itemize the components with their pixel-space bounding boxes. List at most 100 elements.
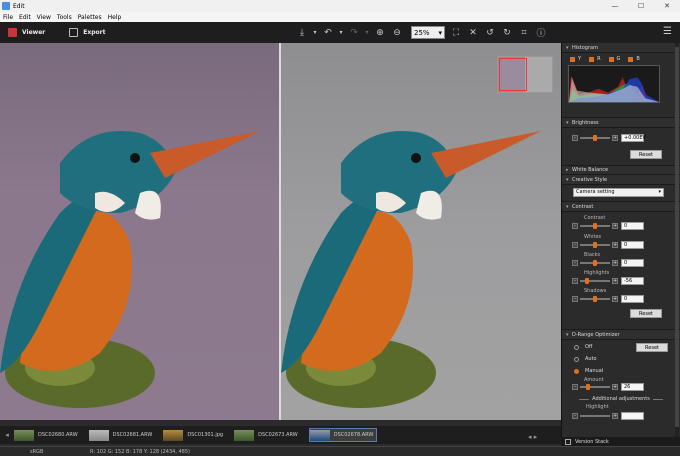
- menu-help[interactable]: Help: [108, 14, 122, 21]
- fit-screen-icon[interactable]: ⛶: [449, 26, 463, 40]
- contrast-value[interactable]: 0: [621, 222, 644, 230]
- drange-off-radio[interactable]: Off: [574, 344, 592, 350]
- brightness-reset-button[interactable]: Reset: [630, 150, 662, 159]
- film-item-selected[interactable]: DSC02678.ARW: [308, 428, 378, 442]
- brightness-slider[interactable]: [580, 135, 610, 141]
- redo-icon[interactable]: ↷: [347, 26, 361, 40]
- menu-file[interactable]: File: [3, 14, 13, 21]
- filmstrip-prev-icon[interactable]: ◂: [0, 431, 14, 439]
- increment-button[interactable]: +: [612, 278, 618, 284]
- film-item[interactable]: DSC02673.ARW: [234, 428, 301, 442]
- contrast-reset-button[interactable]: Reset: [630, 309, 662, 318]
- navigator-thumbnail[interactable]: [497, 56, 553, 93]
- filmstrip-next-icon[interactable]: ◂ ▸: [528, 433, 537, 441]
- after-image[interactable]: [281, 43, 561, 420]
- brightness-value[interactable]: +0.00EV: [621, 134, 646, 142]
- blacks-slider[interactable]: [580, 260, 610, 266]
- channel-g-checkbox[interactable]: G: [608, 56, 620, 62]
- decrement-button[interactable]: -: [572, 278, 578, 284]
- histogram-header[interactable]: ▾ Histogram: [562, 43, 680, 53]
- actual-size-icon[interactable]: ✕: [466, 26, 480, 40]
- drange-header[interactable]: ▾ D-Range Optimizer: [562, 330, 680, 340]
- channel-b-checkbox[interactable]: B: [628, 56, 640, 62]
- highlights-value[interactable]: -56: [621, 277, 644, 285]
- close-button[interactable]: ✕: [654, 0, 680, 12]
- minimize-button[interactable]: —: [602, 0, 628, 12]
- undo-icon[interactable]: ↶: [321, 26, 335, 40]
- export-button[interactable]: Export: [69, 28, 105, 37]
- drange-manual-radio[interactable]: Manual: [574, 368, 603, 374]
- menu-view[interactable]: View: [37, 14, 51, 21]
- adjustments-icon[interactable]: ☰: [663, 26, 672, 37]
- slider-knob[interactable]: [593, 260, 597, 266]
- before-image[interactable]: [0, 43, 279, 420]
- navigator-frame[interactable]: [499, 58, 527, 91]
- highlight-slider[interactable]: [580, 415, 610, 417]
- channel-r-checkbox[interactable]: R: [589, 56, 601, 62]
- menu-edit[interactable]: Edit: [19, 14, 31, 21]
- export-icon: [69, 28, 79, 37]
- menu-tools[interactable]: Tools: [57, 14, 72, 21]
- decrement-button[interactable]: -: [572, 413, 578, 419]
- film-item[interactable]: DSC01301.jpg: [163, 428, 226, 442]
- slider-knob[interactable]: [584, 278, 589, 284]
- decrement-button[interactable]: -: [572, 260, 578, 266]
- decrement-button[interactable]: -: [572, 296, 578, 302]
- zoom-in-icon[interactable]: ⊕: [373, 26, 387, 40]
- viewer-area[interactable]: [0, 43, 561, 420]
- amount-value[interactable]: 26: [621, 383, 644, 391]
- contrast-header[interactable]: ▾ Contrast: [562, 202, 680, 212]
- slider-knob[interactable]: [593, 296, 597, 302]
- creative-style-header[interactable]: ▾ Creative Style: [562, 175, 680, 185]
- decrement-button[interactable]: -: [572, 223, 578, 229]
- panel-scrollbar[interactable]: [675, 43, 679, 437]
- contrast-slider[interactable]: [580, 223, 610, 229]
- film-item[interactable]: DSC02680.ARW: [14, 428, 81, 442]
- save-download-icon[interactable]: ⤓: [295, 26, 309, 40]
- brightness-header[interactable]: ▾ Brightness: [562, 118, 680, 128]
- amount-slider[interactable]: [580, 384, 610, 390]
- decrement-button[interactable]: -: [572, 135, 578, 141]
- drange-auto-radio[interactable]: Auto: [574, 356, 597, 362]
- decrement-button[interactable]: -: [572, 242, 578, 248]
- version-stack[interactable]: Version Stack: [561, 437, 680, 446]
- highlights-slider[interactable]: [580, 278, 610, 284]
- undo-dropdown-icon[interactable]: ▾: [338, 26, 344, 40]
- channel-y-checkbox[interactable]: Y: [570, 56, 581, 62]
- blacks-value[interactable]: 0: [621, 259, 644, 267]
- increment-button[interactable]: +: [612, 413, 618, 419]
- info-icon[interactable]: ⓘ: [534, 26, 548, 40]
- whites-slider[interactable]: [580, 242, 610, 248]
- increment-button[interactable]: +: [612, 223, 618, 229]
- white-balance-header[interactable]: ▸ White Balance: [562, 165, 680, 175]
- increment-button[interactable]: +: [612, 260, 618, 266]
- histogram-title: Histogram: [572, 44, 598, 51]
- rotate-left-icon[interactable]: ↺: [483, 26, 497, 40]
- rotate-right-icon[interactable]: ↻: [500, 26, 514, 40]
- slider-knob[interactable]: [585, 384, 590, 390]
- slider-knob[interactable]: [593, 223, 597, 229]
- increment-button[interactable]: +: [612, 135, 618, 141]
- increment-button[interactable]: +: [612, 384, 618, 390]
- viewer-button[interactable]: Viewer: [8, 28, 45, 37]
- zoom-select[interactable]: 25% ▾: [411, 26, 445, 39]
- maximize-button[interactable]: ☐: [628, 0, 654, 12]
- save-dropdown-icon[interactable]: ▾: [312, 26, 318, 40]
- increment-button[interactable]: +: [612, 296, 618, 302]
- increment-button[interactable]: +: [612, 242, 618, 248]
- highlight-value[interactable]: [621, 412, 644, 420]
- film-item[interactable]: DSC02681.ARW: [88, 428, 156, 442]
- redo-dropdown-icon[interactable]: ▾: [364, 26, 370, 40]
- slider-knob[interactable]: [593, 242, 597, 248]
- whites-value[interactable]: 0: [621, 241, 644, 249]
- crop-icon[interactable]: ⌗: [517, 26, 531, 40]
- drange-reset-button[interactable]: Reset: [636, 343, 668, 352]
- slider-knob[interactable]: [593, 135, 597, 141]
- zoom-out-icon[interactable]: ⊖: [390, 26, 404, 40]
- menu-palettes[interactable]: Palettes: [78, 14, 102, 21]
- shadows-value[interactable]: 0: [621, 295, 644, 303]
- creative-style-select[interactable]: Camera setting ▾: [573, 188, 664, 197]
- shadows-slider[interactable]: [580, 296, 610, 302]
- decrement-button[interactable]: -: [572, 384, 578, 390]
- scrollbar-thumb[interactable]: [675, 47, 679, 427]
